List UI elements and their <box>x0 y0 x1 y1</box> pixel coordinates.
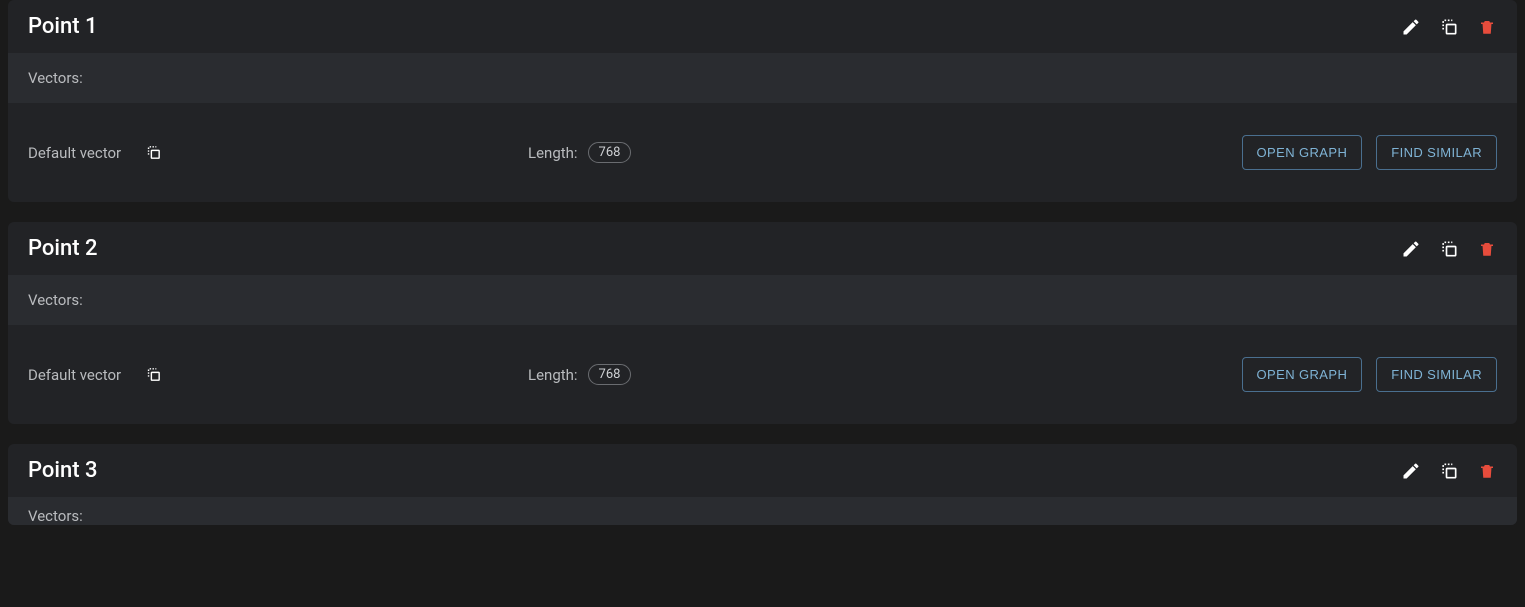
length-wrap: Length: 768 <box>528 142 631 163</box>
copy-icon[interactable] <box>1439 461 1459 481</box>
copy-icon[interactable] <box>1439 239 1459 259</box>
vectors-heading: Vectors: <box>8 275 1517 325</box>
copy-vector-icon[interactable] <box>144 144 162 162</box>
vector-row: Default vector Length: 768 OPEN GRAPH FI… <box>8 103 1517 202</box>
length-label: Length: <box>528 366 578 384</box>
point-card: Point 2 Vectors: Default vector Length: … <box>8 222 1517 424</box>
copy-icon[interactable] <box>1439 17 1459 37</box>
card-actions <box>1401 239 1497 259</box>
point-title: Point 2 <box>28 236 98 261</box>
vectors-heading: Vectors: <box>8 53 1517 103</box>
open-graph-button[interactable]: OPEN GRAPH <box>1242 135 1363 170</box>
copy-vector-icon[interactable] <box>144 366 162 384</box>
vector-name: Default vector <box>28 366 128 384</box>
length-label: Length: <box>528 144 578 162</box>
card-header: Point 3 <box>8 444 1517 497</box>
point-title: Point 3 <box>28 458 98 483</box>
vector-row: Default vector Length: 768 OPEN GRAPH FI… <box>8 325 1517 424</box>
delete-icon[interactable] <box>1477 17 1497 37</box>
vector-actions: OPEN GRAPH FIND SIMILAR <box>1242 357 1497 392</box>
edit-icon[interactable] <box>1401 461 1421 481</box>
card-header: Point 1 <box>8 0 1517 53</box>
point-card: Point 1 Vectors: Default vector Length: … <box>8 0 1517 202</box>
edit-icon[interactable] <box>1401 239 1421 259</box>
find-similar-button[interactable]: FIND SIMILAR <box>1376 135 1497 170</box>
card-actions <box>1401 17 1497 37</box>
edit-icon[interactable] <box>1401 17 1421 37</box>
find-similar-button[interactable]: FIND SIMILAR <box>1376 357 1497 392</box>
open-graph-button[interactable]: OPEN GRAPH <box>1242 357 1363 392</box>
point-card: Point 3 Vectors: <box>8 444 1517 525</box>
delete-icon[interactable] <box>1477 239 1497 259</box>
vector-actions: OPEN GRAPH FIND SIMILAR <box>1242 135 1497 170</box>
card-header: Point 2 <box>8 222 1517 275</box>
point-title: Point 1 <box>28 14 98 39</box>
card-actions <box>1401 461 1497 481</box>
delete-icon[interactable] <box>1477 461 1497 481</box>
length-wrap: Length: 768 <box>528 364 631 385</box>
vectors-heading: Vectors: <box>8 497 1517 525</box>
length-badge: 768 <box>588 142 632 163</box>
vector-name: Default vector <box>28 144 128 162</box>
length-badge: 768 <box>588 364 632 385</box>
